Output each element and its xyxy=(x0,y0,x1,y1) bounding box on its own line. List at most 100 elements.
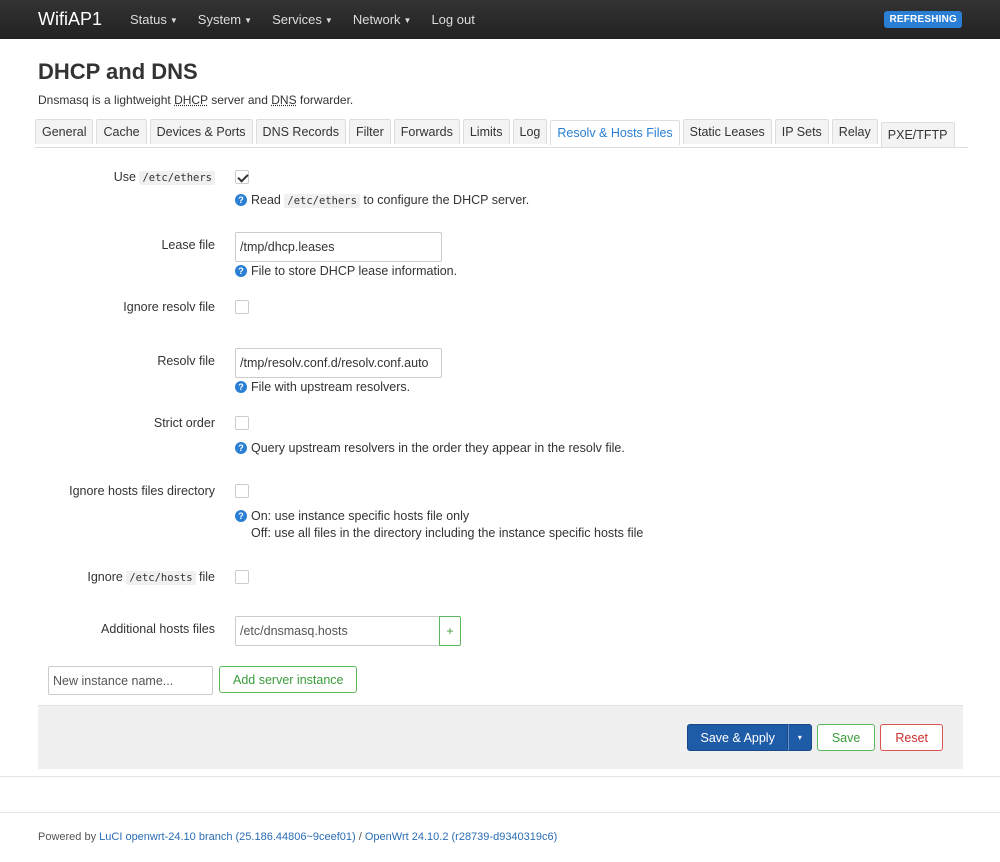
footer-prefix: Powered by xyxy=(38,831,100,843)
ignore-hosts-dir-help-line1: On: use instance specific hosts file onl… xyxy=(251,509,470,523)
strict-order-field: ? Query upstream resolvers in the order … xyxy=(235,416,625,484)
top-navbar: WifiAP1 Status ▼ System ▼ Services ▼ Networ… xyxy=(0,0,1000,39)
nav-network-label: Network xyxy=(352,12,401,27)
nav-services[interactable]: Services ▼ xyxy=(272,12,333,27)
nav-status-label: Status xyxy=(130,12,167,27)
lease-file-label: Lease file xyxy=(161,238,215,252)
main-nav: Status ▼ System ▼ Services ▼ Network ▼ Log o… xyxy=(130,12,495,27)
tab-cache[interactable]: Cache xyxy=(96,119,147,144)
tab-relay[interactable]: Relay xyxy=(831,119,878,144)
nav-logout-label: Log out xyxy=(431,12,475,27)
nav-services-label: Services xyxy=(272,12,322,27)
nav-status[interactable]: Status ▼ xyxy=(130,12,178,27)
form-section: Use /etc/ethers ? Read /etc/ethers to co… xyxy=(38,170,968,648)
ignore-etc-hosts-label-post: file xyxy=(199,570,215,584)
ignore-resolv-field xyxy=(235,300,249,348)
ignore-etc-hosts-label-code: /etc/hosts xyxy=(126,571,196,585)
add-hosts-file-button[interactable]: + xyxy=(439,616,461,646)
ignore-etc-hosts-field xyxy=(235,570,249,616)
desc-abbr-dhcp: DHCP xyxy=(174,93,208,107)
main-content: DHCP and DNS Dnsmasq is a lightweight DH… xyxy=(0,59,1000,769)
lease-file-input[interactable] xyxy=(235,232,442,262)
help-icon: ? xyxy=(235,442,247,454)
divider xyxy=(0,776,1000,777)
resolv-file-label: Resolv file xyxy=(157,354,215,368)
use-ethers-help-text: Read /etc/ethers to configure the DHCP s… xyxy=(251,193,529,208)
nav-logout[interactable]: Log out xyxy=(431,12,474,27)
resolv-file-input[interactable] xyxy=(235,348,442,378)
tab-ip-sets[interactable]: IP Sets xyxy=(774,119,829,144)
use-ethers-help-pre: Read xyxy=(251,193,281,207)
nav-network[interactable]: Network ▼ xyxy=(353,12,412,27)
ignore-hosts-dir-help-text: On: use instance specific hosts file onl… xyxy=(251,509,643,540)
help-icon: ? xyxy=(235,265,247,277)
use-ethers-help-code: /etc/ethers xyxy=(284,194,360,208)
footer: Powered by LuCI openwrt-24.10 branch (25… xyxy=(38,831,557,843)
tab-general[interactable]: General xyxy=(35,119,94,144)
lease-file-help-text: File to store DHCP lease information. xyxy=(251,264,458,278)
strict-order-checkbox[interactable] xyxy=(235,416,249,430)
additional-hosts-field: + xyxy=(235,616,461,648)
page-title: DHCP and DNS xyxy=(38,59,198,84)
additional-hosts-input[interactable] xyxy=(235,616,440,646)
row-use-ethers: Use /etc/ethers ? Read /etc/ethers to co… xyxy=(38,170,968,232)
use-ethers-label-code: /etc/ethers xyxy=(139,171,215,185)
help-icon: ? xyxy=(235,510,247,522)
caret-down-icon: ▼ xyxy=(169,16,178,26)
row-strict-order: Strict order ? Query upstream resolvers … xyxy=(38,416,968,484)
page-description: Dnsmasq is a lightweight DHCP server and… xyxy=(38,93,968,107)
strict-order-help-text: Query upstream resolvers in the order th… xyxy=(251,441,625,455)
desc-text-3: forwarder. xyxy=(296,93,354,107)
new-instance-input[interactable] xyxy=(48,666,213,695)
nav-system[interactable]: System ▼ xyxy=(198,12,252,27)
ignore-resolv-label: Ignore resolv file xyxy=(123,300,215,314)
add-server-instance-button[interactable]: Add server instance xyxy=(219,666,358,693)
desc-text-2: server and xyxy=(207,93,272,107)
use-ethers-checkbox[interactable] xyxy=(235,170,249,184)
tab-resolv-hosts[interactable]: Resolv & Hosts Files xyxy=(550,120,680,145)
reset-button[interactable]: Reset xyxy=(880,724,943,751)
openwrt-link[interactable]: OpenWrt 24.10.2 (r28739-d9340319c6) xyxy=(365,831,557,843)
tab-bar: General Cache Devices & Ports DNS Record… xyxy=(35,119,968,148)
ignore-hosts-dir-checkbox[interactable] xyxy=(235,484,249,498)
save-apply-button[interactable]: Save & Apply xyxy=(687,724,788,751)
tab-dns-records[interactable]: DNS Records xyxy=(255,119,346,144)
divider xyxy=(0,812,1000,813)
help-icon: ? xyxy=(235,194,247,206)
instance-row: Add server instance xyxy=(48,666,968,695)
tab-filter[interactable]: Filter xyxy=(348,119,391,144)
ignore-hosts-dir-label: Ignore hosts files directory xyxy=(69,484,215,498)
use-ethers-field: ? Read /etc/ethers to configure the DHCP… xyxy=(235,170,529,232)
footer-separator: / xyxy=(355,831,365,843)
save-button[interactable]: Save xyxy=(816,724,876,751)
ignore-etc-hosts-checkbox[interactable] xyxy=(235,570,249,584)
caret-down-icon: ▼ xyxy=(324,16,333,26)
tab-static-leases[interactable]: Static Leases xyxy=(682,119,772,144)
resolv-file-field: ? File with upstream resolvers. xyxy=(235,348,442,416)
additional-hosts-label: Additional hosts files xyxy=(101,622,215,636)
strict-order-help: ? Query upstream resolvers in the order … xyxy=(235,441,625,455)
ignore-etc-hosts-label: Ignore /etc/hosts file xyxy=(38,570,215,616)
tab-forwards[interactable]: Forwards xyxy=(393,119,460,144)
ignore-hosts-dir-field: ? On: use instance specific hosts file o… xyxy=(235,484,643,570)
help-icon: ? xyxy=(235,381,247,393)
brand-name[interactable]: WifiAP1 xyxy=(38,9,102,30)
tab-devices-ports[interactable]: Devices & Ports xyxy=(149,119,253,144)
row-lease-file: Lease file ? File to store DHCP lease in… xyxy=(38,232,968,300)
tab-pxe-tftp[interactable]: PXE/TFTP xyxy=(880,122,955,147)
luci-link[interactable]: LuCI openwrt-24.10 branch (25.186.44806~… xyxy=(99,831,356,843)
use-ethers-label: Use /etc/ethers xyxy=(38,170,215,232)
save-apply-dropdown-button[interactable]: ▾ xyxy=(787,724,812,751)
caret-down-icon: ▼ xyxy=(403,16,412,26)
row-ignore-hosts-dir: Ignore hosts files directory ? On: use i… xyxy=(38,484,968,570)
ignore-resolv-checkbox[interactable] xyxy=(235,300,249,314)
row-ignore-etc-hosts: Ignore /etc/hosts file xyxy=(38,570,968,616)
row-ignore-resolv: Ignore resolv file xyxy=(38,300,968,348)
strict-order-label: Strict order xyxy=(153,416,215,430)
desc-abbr-dns: DNS xyxy=(271,93,297,107)
action-bar: Save & Apply ▾ Save Reset xyxy=(38,705,963,769)
refreshing-badge[interactable]: REFRESHING xyxy=(884,11,962,28)
desc-text-1: Dnsmasq is a lightweight xyxy=(38,93,175,107)
tab-log[interactable]: Log xyxy=(512,119,548,144)
tab-limits[interactable]: Limits xyxy=(462,119,510,144)
